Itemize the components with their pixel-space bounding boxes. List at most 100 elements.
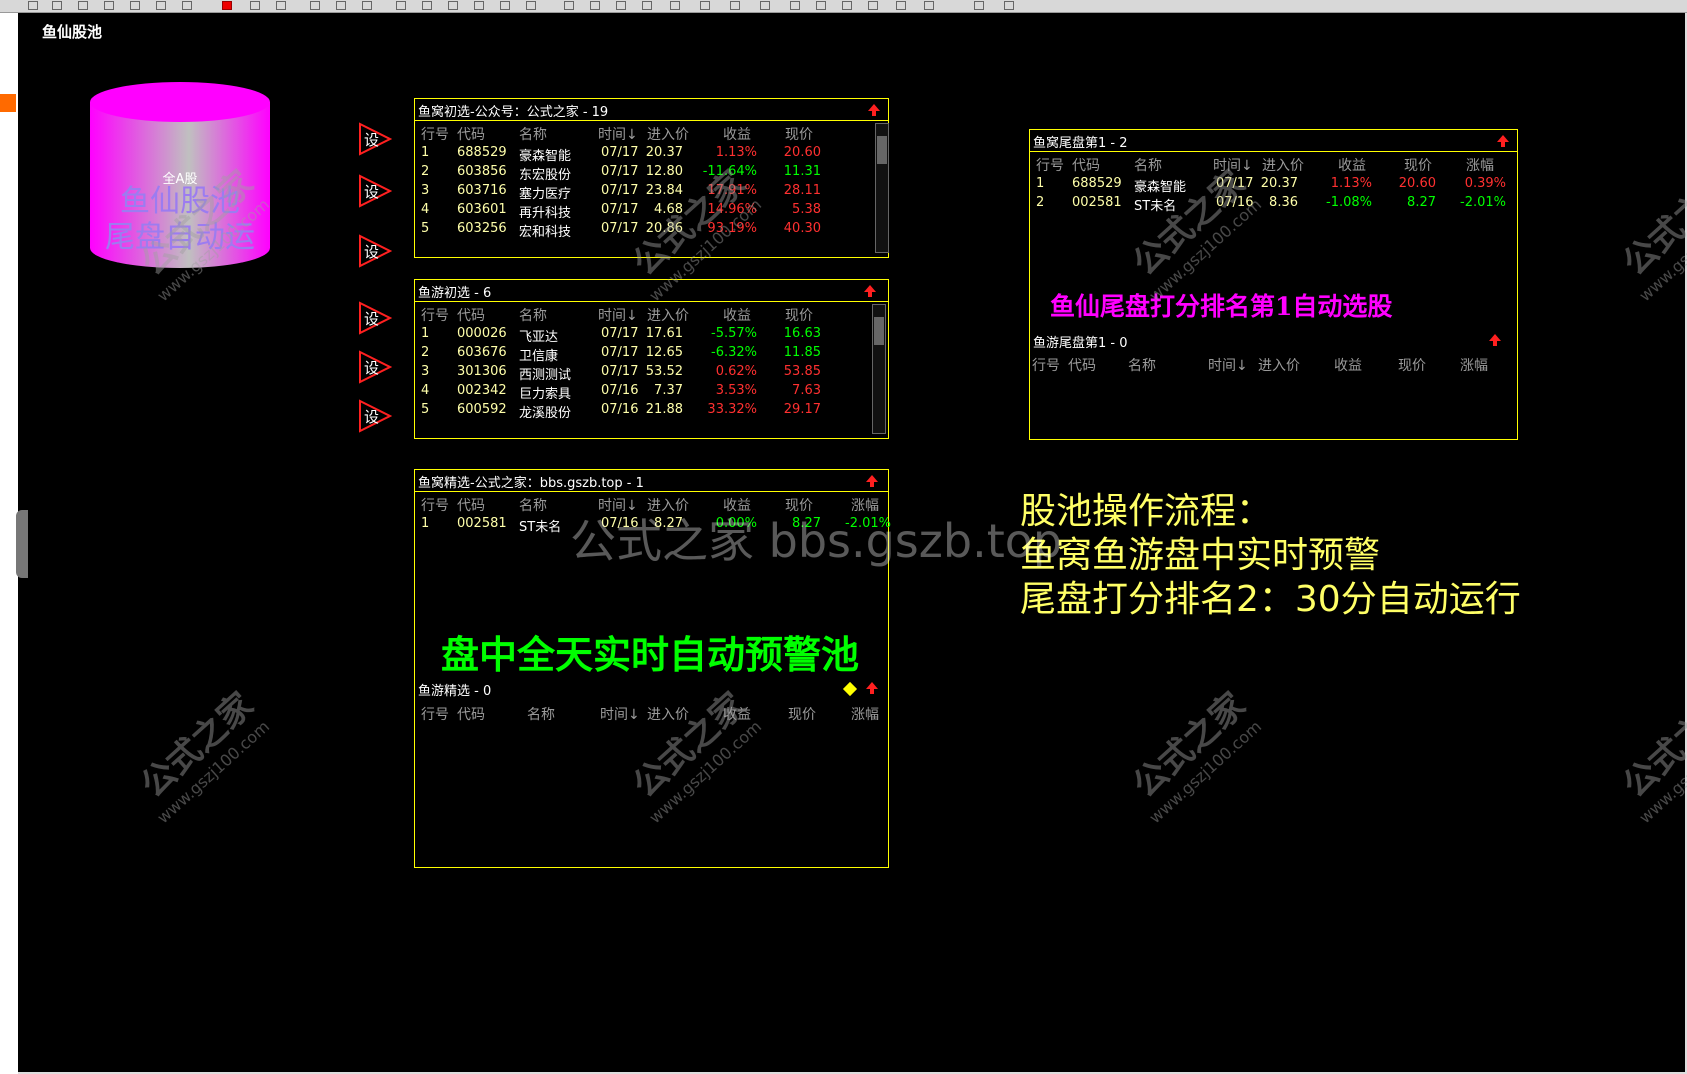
set-button-6[interactable]: 设 — [358, 399, 392, 433]
zoom-out-icon[interactable] — [182, 1, 192, 10]
col-price[interactable]: 现价 — [1404, 155, 1432, 175]
up-arrow-icon[interactable] — [1496, 134, 1510, 148]
shield-icon[interactable] — [526, 1, 536, 10]
table-row[interactable]: 1 688529 豪森智能 07/17 20.37 1.13% 20.60 0.39% — [1030, 176, 1517, 195]
col-rownum[interactable]: 行号 — [421, 704, 449, 724]
distribute-v-icon[interactable] — [790, 1, 800, 10]
up-arrow-icon[interactable] — [865, 681, 879, 695]
new-icon[interactable] — [28, 1, 38, 10]
pen-icon[interactable] — [422, 1, 432, 10]
col-name[interactable]: 名称 — [519, 124, 547, 144]
col-code[interactable]: 代码 — [457, 704, 485, 724]
col-name[interactable]: 名称 — [1128, 355, 1156, 375]
properties-icon[interactable] — [924, 1, 934, 10]
align-icon[interactable] — [670, 1, 680, 10]
col-rownum[interactable]: 行号 — [421, 495, 449, 515]
col-price[interactable]: 现价 — [788, 704, 816, 724]
table-icon[interactable] — [564, 1, 574, 10]
col-change[interactable]: 涨幅 — [1466, 155, 1494, 175]
col-code[interactable]: 代码 — [457, 124, 485, 144]
up-arrow-icon[interactable] — [865, 474, 879, 488]
same-size-icon[interactable] — [868, 1, 878, 10]
image-icon[interactable] — [896, 1, 906, 10]
set-button-3[interactable]: 设 — [358, 234, 392, 268]
save-icon[interactable] — [78, 1, 88, 10]
same-width-icon[interactable] — [816, 1, 826, 10]
delete-icon[interactable] — [1004, 1, 1014, 10]
copy-icon[interactable] — [362, 1, 372, 10]
col-time[interactable]: 时间↓ — [598, 305, 638, 325]
table-row[interactable]: 3 301306 西测测试 07/17 53.52 0.62% 53.85 — [415, 364, 888, 383]
up-arrow-icon[interactable] — [1488, 333, 1502, 347]
align-right-icon[interactable] — [730, 1, 740, 10]
note-icon[interactable] — [276, 1, 286, 10]
table-row[interactable]: 2 002581 ST未名 07/16 8.36 -1.08% 8.27 -2.01% — [1030, 195, 1517, 214]
same-height-icon[interactable] — [842, 1, 852, 10]
col-code[interactable]: 代码 — [457, 495, 485, 515]
zoom-in-icon[interactable] — [156, 1, 166, 10]
col-entry[interactable]: 进入价 — [1258, 355, 1300, 375]
set-button-4[interactable]: 设 — [358, 301, 392, 335]
close-icon[interactable] — [104, 1, 114, 10]
cylinder-icon[interactable] — [474, 1, 484, 10]
col-time[interactable]: 时间↓ — [598, 124, 638, 144]
col-rownum[interactable]: 行号 — [1036, 155, 1064, 175]
table-row[interactable]: 3 603716 塞力医疗 07/17 23.84 17.91% 28.11 — [415, 183, 888, 202]
col-code[interactable]: 代码 — [457, 305, 485, 325]
col-time[interactable]: 时间↓ — [1208, 355, 1248, 375]
ellipse-icon[interactable] — [500, 1, 510, 10]
line-icon[interactable] — [310, 1, 320, 10]
align-left-icon[interactable] — [700, 1, 710, 10]
scroll-thumb[interactable] — [874, 317, 884, 345]
table-row[interactable]: 4 002342 巨力索具 07/16 7.37 3.53% 7.63 — [415, 383, 888, 402]
up-arrow-icon[interactable] — [867, 103, 881, 117]
col-change[interactable]: 涨幅 — [851, 704, 879, 724]
col-entry[interactable]: 进入价 — [647, 124, 689, 144]
table-row[interactable]: 5 600592 龙溪股份 07/16 21.88 33.32% 29.17 — [415, 402, 888, 421]
open-icon[interactable] — [52, 1, 62, 10]
col-name[interactable]: 名称 — [1134, 155, 1162, 175]
col-change[interactable]: 涨幅 — [1460, 355, 1488, 375]
collapse-handle[interactable] — [16, 510, 28, 578]
table-row[interactable]: 1 688529 豪森智能 07/17 20.37 1.13% 20.60 — [415, 145, 888, 164]
settings-icon[interactable] — [130, 1, 140, 10]
rect-icon[interactable] — [448, 1, 458, 10]
col-name[interactable]: 名称 — [527, 704, 555, 724]
col-code[interactable]: 代码 — [1072, 155, 1100, 175]
col-return[interactable]: 收益 — [1334, 355, 1362, 375]
grid-toggle-icon[interactable] — [974, 1, 984, 10]
col-price[interactable]: 现价 — [1398, 355, 1426, 375]
col-rownum[interactable]: 行号 — [1032, 355, 1060, 375]
col-entry[interactable]: 进入价 — [647, 305, 689, 325]
col-rownum[interactable]: 行号 — [421, 124, 449, 144]
col-return[interactable]: 收益 — [723, 305, 751, 325]
col-price[interactable]: 现价 — [785, 305, 813, 325]
table-row[interactable]: 4 603601 再升科技 07/17 4.68 14.96% 5.38 — [415, 202, 888, 221]
table-row[interactable]: 2 603676 卫信康 07/17 12.65 -6.32% 11.85 — [415, 345, 888, 364]
diamond-icon[interactable] — [842, 681, 858, 697]
layout-icon[interactable] — [616, 1, 626, 10]
picture-icon[interactable] — [642, 1, 652, 10]
col-return[interactable]: 收益 — [1338, 155, 1366, 175]
table-row[interactable]: 1 000026 飞亚达 07/17 17.61 -5.57% 16.63 — [415, 326, 888, 345]
pointer-icon[interactable] — [222, 1, 232, 10]
col-return[interactable]: 收益 — [723, 124, 751, 144]
col-price[interactable]: 现价 — [785, 124, 813, 144]
grid-icon[interactable] — [590, 1, 600, 10]
col-name[interactable]: 名称 — [519, 305, 547, 325]
col-entry[interactable]: 进入价 — [1262, 155, 1304, 175]
set-button-5[interactable]: 设 — [358, 350, 392, 384]
scrollbar[interactable] — [875, 123, 889, 253]
col-code[interactable]: 代码 — [1068, 355, 1096, 375]
col-name[interactable]: 名称 — [519, 495, 547, 515]
up-arrow-icon[interactable] — [863, 284, 877, 298]
distribute-icon[interactable] — [760, 1, 770, 10]
set-button-1[interactable]: 设 — [358, 122, 392, 156]
text-icon[interactable] — [396, 1, 406, 10]
select-icon[interactable] — [250, 1, 260, 10]
set-button-2[interactable]: 设 — [358, 174, 392, 208]
col-time[interactable]: 时间↓ — [600, 704, 640, 724]
arrow-icon[interactable] — [336, 1, 346, 10]
scroll-thumb[interactable] — [877, 136, 887, 164]
table-row[interactable]: 2 603856 东宏股份 07/17 12.80 -11.64% 11.31 — [415, 164, 888, 183]
